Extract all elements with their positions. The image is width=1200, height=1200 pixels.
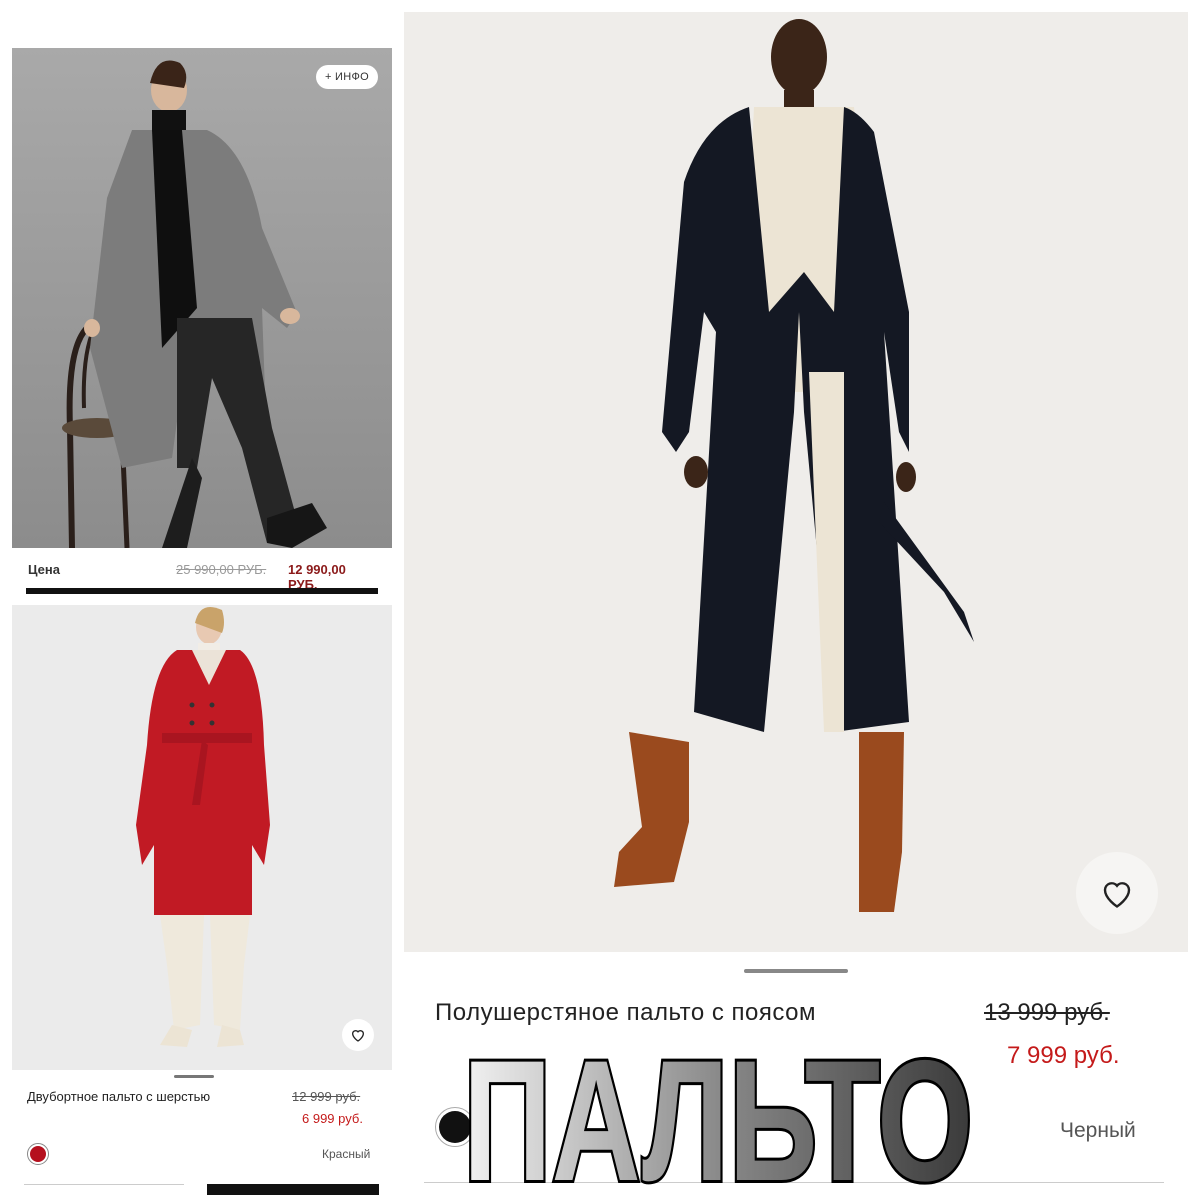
- product-photo-red-coat: [12, 605, 392, 1070]
- price-label: Цена: [28, 562, 60, 577]
- color-name: Красный: [322, 1147, 371, 1161]
- color-swatch-red[interactable]: [27, 1143, 49, 1165]
- favorite-button[interactable]: [342, 1019, 374, 1051]
- add-to-cart-bar[interactable]: [26, 588, 378, 594]
- product-photo-black-coat: [404, 12, 1188, 952]
- add-to-cart-button[interactable]: [207, 1184, 379, 1195]
- overlay-title-text: ПАЛЬТО: [463, 1025, 973, 1190]
- product-card-red-coat[interactable]: Двубортное пальто с шерстью 12 999 руб. …: [12, 605, 392, 1195]
- info-button[interactable]: + ИНФО: [315, 65, 378, 89]
- footer-controls: [12, 1180, 392, 1195]
- old-price: 12 999 руб.: [292, 1089, 361, 1104]
- drag-handle[interactable]: [744, 969, 848, 973]
- heart-icon: [351, 1030, 365, 1042]
- sale-price: 7 999 руб.: [1007, 1042, 1120, 1069]
- color-name: Черный: [1060, 1119, 1136, 1142]
- drag-handle[interactable]: [174, 1075, 214, 1078]
- overlay-title: ПАЛЬТО: [460, 1022, 976, 1190]
- sale-price: 6 999 руб.: [302, 1111, 363, 1126]
- size-selector[interactable]: [24, 1184, 184, 1195]
- product-name: Двубортное пальто с шерстью: [27, 1089, 211, 1104]
- old-price: 13 999 руб.: [984, 999, 1110, 1026]
- price-row: Цена 25 990,00 РУБ. 12 990,00 РУБ.: [26, 560, 378, 592]
- favorite-button[interactable]: [1076, 852, 1158, 934]
- heart-icon: [1103, 882, 1131, 908]
- product-card-grey-coat[interactable]: + ИНФО Цена 25 990,00 РУБ. 12 990,00 РУБ…: [12, 48, 392, 596]
- old-price: 25 990,00 РУБ.: [176, 562, 267, 577]
- product-photo-grey-coat: [12, 48, 392, 548]
